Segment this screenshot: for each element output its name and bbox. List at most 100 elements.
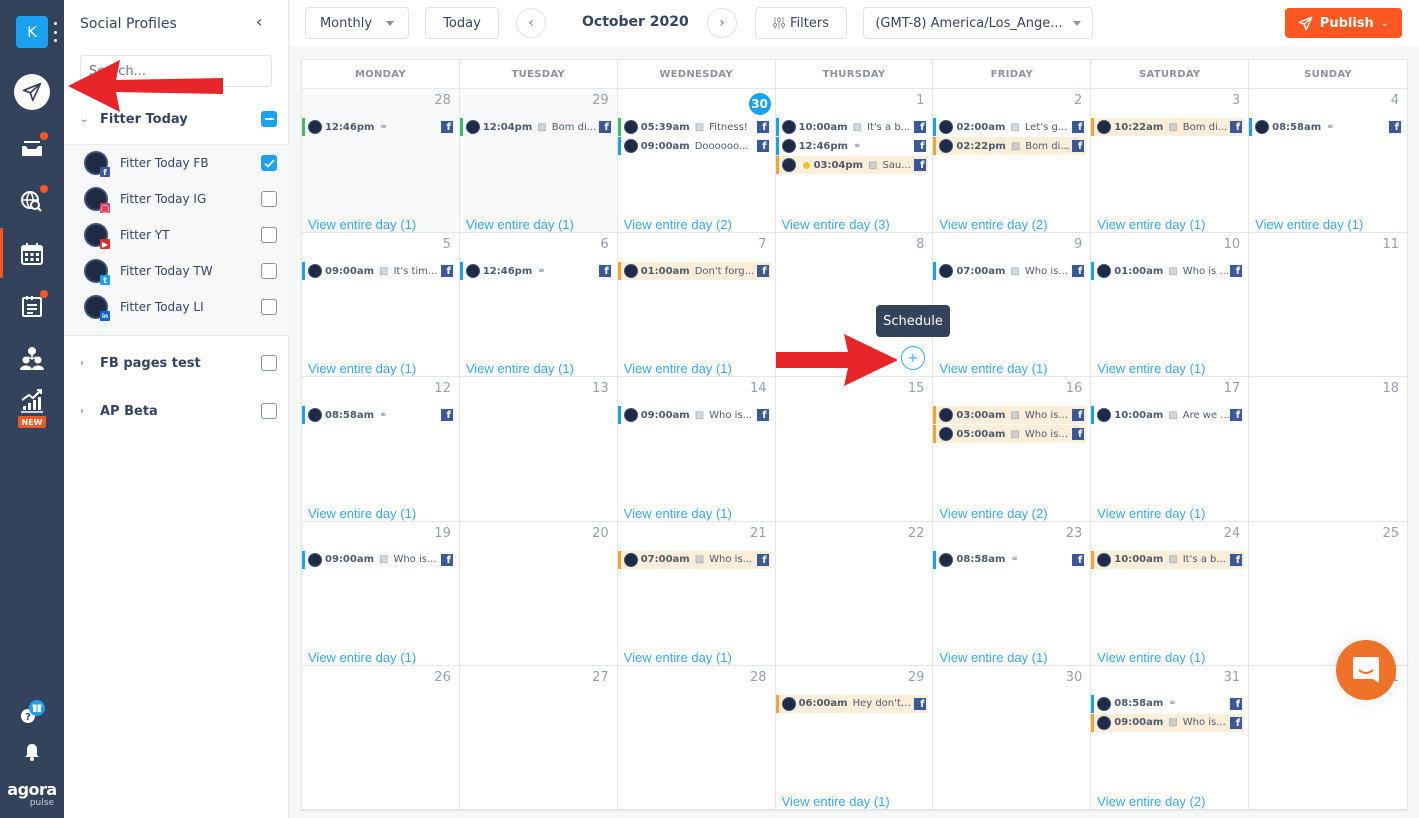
day-cell[interactable]: 24 10:00am ▨ It's a b... f View entire day (1… xyxy=(1091,521,1250,666)
chevron-right-icon[interactable]: › xyxy=(80,406,94,417)
filters-button[interactable]: Filters xyxy=(755,7,847,39)
scheduled-post[interactable]: 10:00am ▨ It's a b... f xyxy=(775,118,929,136)
scheduled-post[interactable]: 01:00am Don't forg... f xyxy=(617,262,771,281)
scheduled-post[interactable]: 07:00am ▨ Who is... f xyxy=(933,262,1086,281)
view-entire-day-link[interactable]: View entire day (1) xyxy=(624,506,732,521)
view-entire-day-link[interactable]: View entire day (1) xyxy=(308,650,416,665)
view-entire-day-link[interactable]: View entire day (1) xyxy=(939,650,1047,665)
day-cell[interactable]: 28 xyxy=(617,665,776,810)
day-cell[interactable]: 17 10:00am ▨ Are we ... f View entire day (1) xyxy=(1091,377,1250,522)
group-checkbox-partial[interactable] xyxy=(261,111,277,127)
today-button[interactable]: Today xyxy=(425,7,499,39)
collapse-panel-chevron-left-icon[interactable]: ‹ xyxy=(256,12,262,31)
scheduled-post[interactable]: 12:46pm ⚭ f xyxy=(775,137,929,155)
day-cell[interactable]: 13 xyxy=(459,377,618,522)
chat-support-button[interactable] xyxy=(1336,640,1396,700)
view-entire-day-link[interactable]: View entire day (1) xyxy=(466,217,574,232)
nav-publish[interactable] xyxy=(14,74,50,110)
scheduled-post[interactable]: 06:00am Hey don't ... f xyxy=(775,694,929,713)
scheduled-post[interactable]: 05:00am ▨ Who is... f xyxy=(933,425,1087,444)
profile-item-li[interactable]: in Fitter Today LI xyxy=(64,289,289,325)
profile-checkbox[interactable] xyxy=(261,155,277,171)
view-entire-day-link[interactable]: View entire day (1) xyxy=(308,361,416,376)
day-cell[interactable]: 3 10:22am ▨ Bom di... f View entire day (1) xyxy=(1091,89,1250,234)
day-cell[interactable]: 30 xyxy=(933,665,1092,810)
scheduled-post[interactable]: 09:00am ▨ It's tim... f xyxy=(302,262,455,281)
nav-inbox[interactable] xyxy=(14,130,50,166)
profile-checkbox[interactable] xyxy=(261,227,277,243)
day-cell[interactable]: 23 08:58am ⚭ f View entire day (1) xyxy=(933,521,1092,666)
scheduled-post[interactable]: 08:58am ⚭ f xyxy=(302,406,455,425)
profile-item-yt[interactable]: ▶ Fitter YT xyxy=(64,217,289,253)
day-cell[interactable]: 26 xyxy=(302,665,460,810)
view-entire-day-link[interactable]: View entire day (1) xyxy=(1097,361,1205,376)
view-entire-day-link[interactable]: View entire day (2) xyxy=(939,506,1047,521)
scheduled-post[interactable]: 05:39am ▨ Fitness! f xyxy=(617,118,771,136)
view-entire-day-link[interactable]: View entire day (1) xyxy=(1255,217,1363,232)
profile-checkbox[interactable] xyxy=(261,299,277,315)
day-cell[interactable]: 12 08:58am ⚭ f View entire day (1) xyxy=(302,377,460,522)
profile-item-tw[interactable]: t Fitter Today TW xyxy=(64,253,289,289)
scheduled-post[interactable]: 02:22pm ▨ Bom di... f xyxy=(933,137,1087,155)
view-entire-day-link[interactable]: View entire day (2) xyxy=(624,217,732,232)
day-cell[interactable]: 30 05:39am ▨ Fitness! f 09:00am Doooooo... f Vie… xyxy=(617,89,776,234)
day-cell[interactable]: 25 xyxy=(1249,522,1407,666)
notifications-button[interactable] xyxy=(14,734,50,770)
profile-item-ig[interactable]: ◯ Fitter Today IG xyxy=(64,181,289,217)
day-cell[interactable]: 7 01:00am Don't forg... f View entire day (1… xyxy=(617,233,776,378)
group-checkbox[interactable] xyxy=(261,355,277,371)
scheduled-post[interactable]: 12:46pm ⚭ f xyxy=(459,262,613,281)
day-cell[interactable]: 19 09:00am ▨ Who is... f View entire day (1) xyxy=(302,521,460,666)
day-cell[interactable]: 14 09:00am ▨ Who is... f View entire day (1) xyxy=(617,377,776,522)
schedule-plus-button[interactable]: + xyxy=(901,346,925,370)
nav-analytics[interactable] xyxy=(14,382,50,418)
day-cell[interactable]: 28 12:46pm ⚭ f View entire day (1) xyxy=(302,89,460,234)
view-entire-day-link[interactable]: View entire day (1) xyxy=(624,650,732,665)
scheduled-post[interactable]: 07:00am ▨ Who is... f xyxy=(617,550,771,569)
day-cell[interactable]: 31 08:58am ⚭ f 09:00am ▨ Who is... f View entire… xyxy=(1091,665,1250,810)
chevron-down-icon[interactable]: ⌄ xyxy=(80,114,94,125)
scheduled-post[interactable]: 01:00am ▨ Who is ... f xyxy=(1091,262,1244,281)
profile-group-ap-beta[interactable]: › AP Beta xyxy=(64,387,289,435)
scheduled-post[interactable]: 09:00am ▨ Who is... f xyxy=(302,550,455,569)
view-entire-day-link[interactable]: View entire day (1) xyxy=(466,361,574,376)
day-cell[interactable]: 22 xyxy=(775,521,934,666)
day-cell[interactable]: 10 01:00am ▨ Who is ... f View entire day (1) xyxy=(1091,233,1250,378)
day-cell[interactable]: 21 07:00am ▨ Who is... f View entire day (1) xyxy=(617,521,776,666)
timezone-select[interactable]: (GMT-8) America/Los_Ange... xyxy=(863,7,1093,39)
nav-team[interactable] xyxy=(14,340,50,376)
day-cell[interactable]: 18 xyxy=(1249,377,1407,522)
day-cell[interactable]: 16 03:00am ▨ Who is... f 05:00am ▨ Who is... f Vi… xyxy=(933,377,1092,522)
view-entire-day-link[interactable]: View entire day (2) xyxy=(939,217,1047,232)
day-cell[interactable]: 2 02:00am ▨ Let's g... f 02:22pm ▨ Bom di... f Vi… xyxy=(933,89,1092,234)
scheduled-post[interactable]: 08:58am ⚭ f xyxy=(933,550,1086,569)
day-cell[interactable]: 6 12:46pm ⚭ f View entire day (1) xyxy=(459,233,618,378)
view-entire-day-link[interactable]: View entire day (3) xyxy=(782,217,890,232)
day-cell[interactable]: 27 xyxy=(459,665,618,810)
nav-reports[interactable] xyxy=(14,288,50,324)
scheduled-post[interactable]: 09:00am ▨ Who is... f xyxy=(617,406,771,425)
account-menu-icon[interactable] xyxy=(53,22,57,42)
view-entire-day-link[interactable]: View entire day (2) xyxy=(1097,794,1205,809)
view-entire-day-link[interactable]: View entire day (1) xyxy=(1097,650,1205,665)
account-avatar[interactable]: K xyxy=(16,16,48,48)
scheduled-post[interactable]: 12:46pm ⚭ f xyxy=(302,118,455,136)
scheduled-post[interactable]: 12:04pm ▨ Bom di... f xyxy=(459,118,613,136)
view-entire-day-link[interactable]: View entire day (1) xyxy=(939,361,1047,376)
day-cell[interactable]: 5 09:00am ▨ It's tim... f View entire day (1) xyxy=(302,233,460,378)
nav-calendar[interactable] xyxy=(14,236,50,272)
next-month-button[interactable]: › xyxy=(707,8,737,38)
profile-checkbox[interactable] xyxy=(261,263,277,279)
group-checkbox[interactable] xyxy=(261,403,277,419)
view-mode-select[interactable]: Monthly xyxy=(305,7,409,39)
day-cell[interactable]: 29 12:04pm ▨ Bom di... f View entire day (1) xyxy=(459,89,618,234)
scheduled-post[interactable]: 03:04pm ▨ Sau... f xyxy=(775,156,929,174)
view-entire-day-link[interactable]: View entire day (1) xyxy=(1097,217,1205,232)
nav-listening[interactable] xyxy=(14,183,50,219)
profile-item-fb[interactable]: f Fitter Today FB xyxy=(64,145,289,181)
view-entire-day-link[interactable]: View entire day (1) xyxy=(308,217,416,232)
day-cell[interactable]: 11 xyxy=(1249,233,1407,378)
day-cell[interactable]: 1 10:00am ▨ It's a b... f 12:46pm ⚭ f 03:04pm ▨ Sa… xyxy=(775,89,934,234)
scheduled-post[interactable]: 08:58am ⚭ f xyxy=(1091,694,1244,713)
prev-month-button[interactable]: ‹ xyxy=(516,8,546,38)
